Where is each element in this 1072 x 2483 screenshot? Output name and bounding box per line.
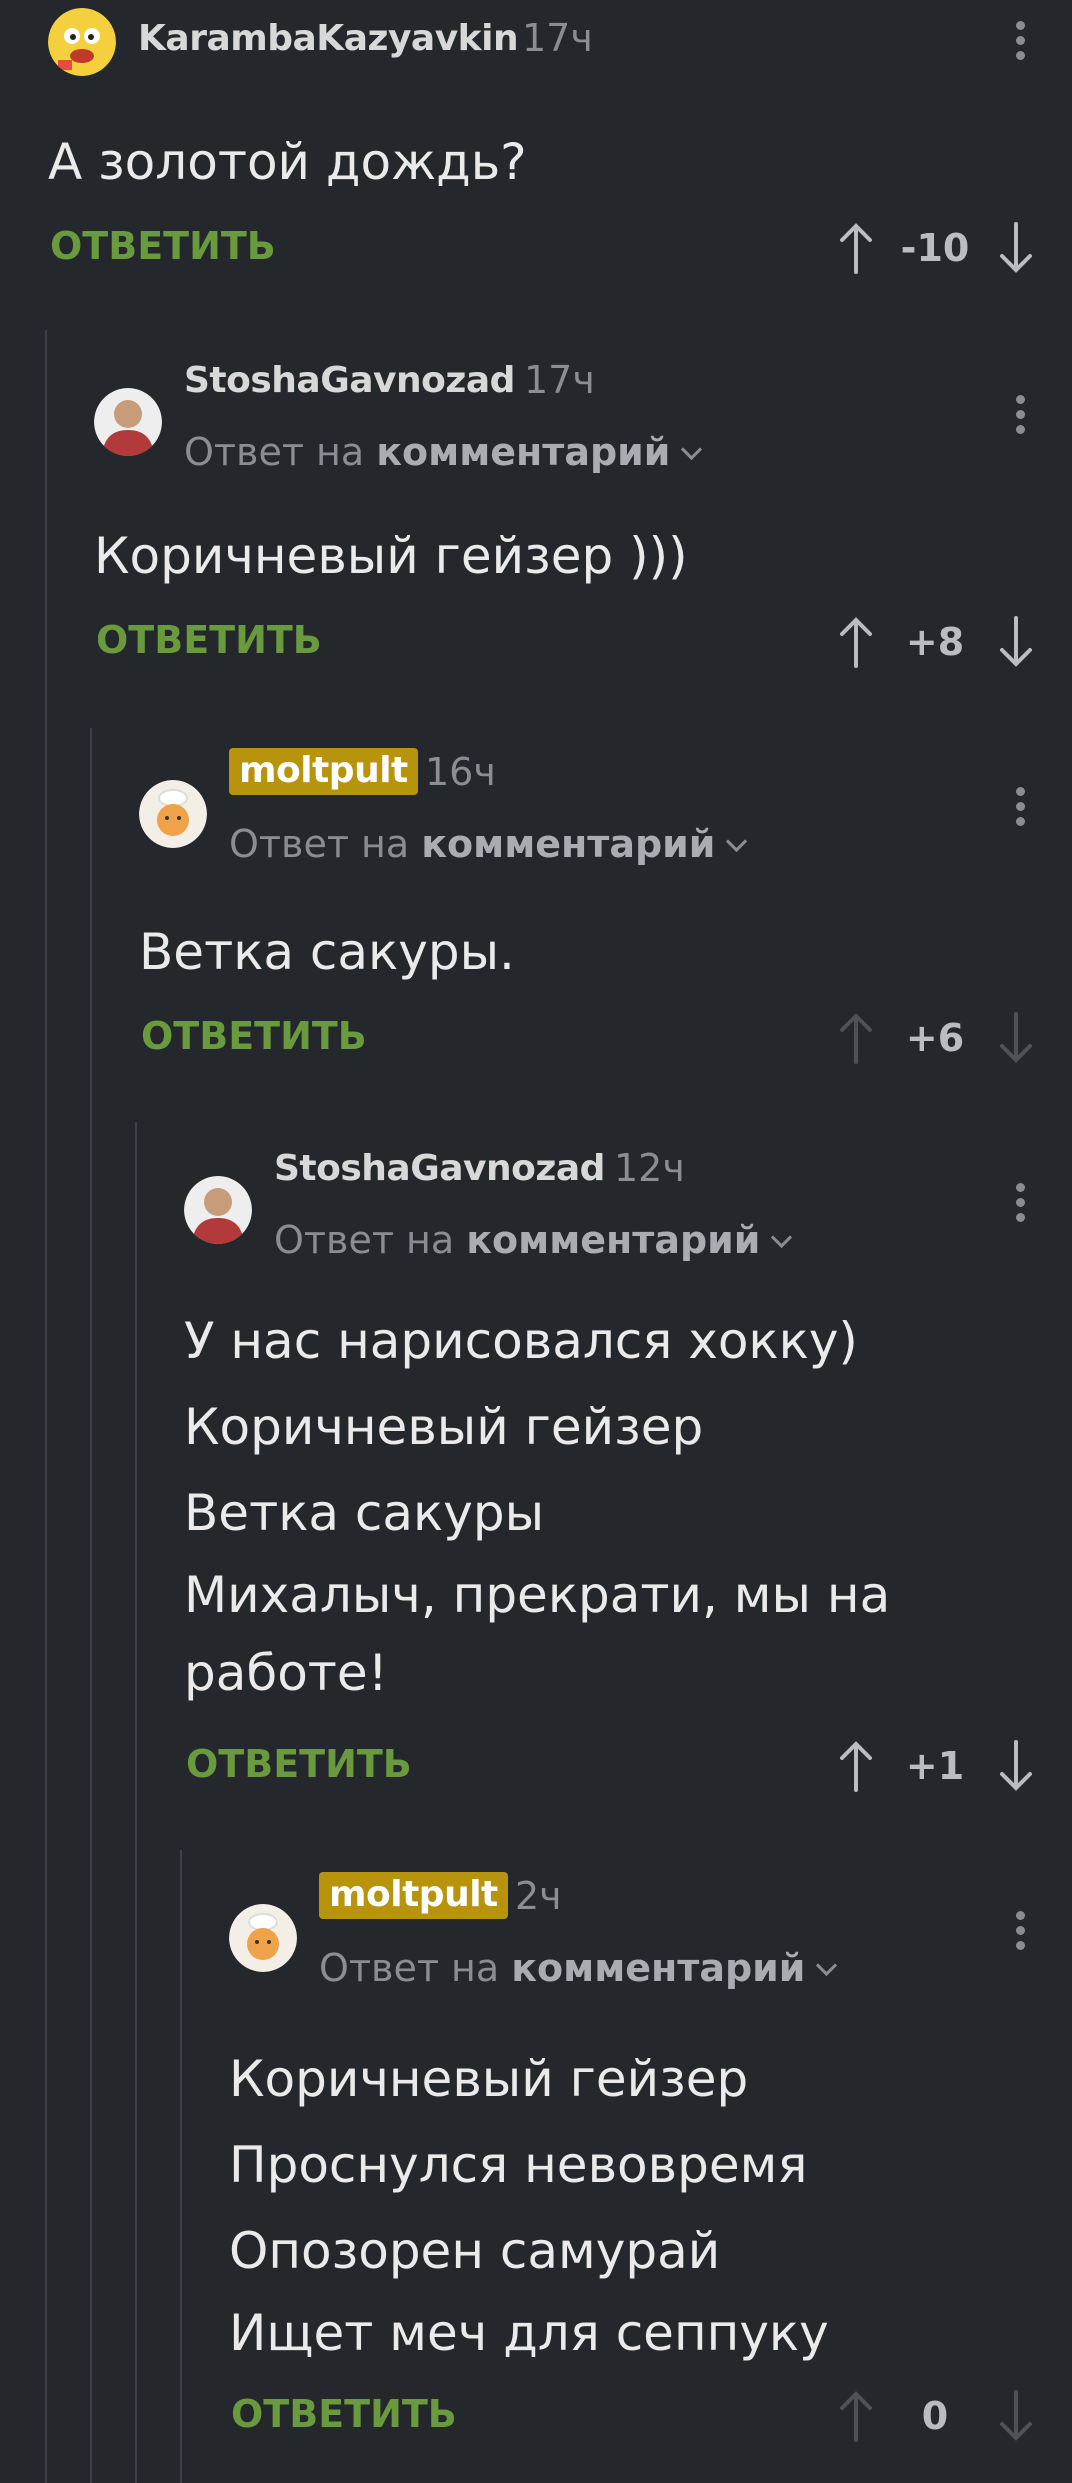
vote-controls: -10 bbox=[826, 218, 1036, 278]
vote-controls: +1 bbox=[826, 1736, 1036, 1796]
reply-to: Ответ на комментарий bbox=[319, 1946, 838, 1990]
arrow-down-icon[interactable] bbox=[996, 612, 1036, 672]
comment: moltpult 2ч Ответ на комментарий Коричне… bbox=[229, 1872, 1072, 2483]
author-name[interactable]: moltpult bbox=[319, 1872, 508, 1919]
comment-line: Ветка сакуры. bbox=[139, 923, 515, 981]
vote-controls: +6 bbox=[826, 1008, 1036, 1068]
comment-line: Коричневый гейзер ))) bbox=[94, 527, 688, 585]
more-vertical-icon[interactable] bbox=[1010, 1908, 1030, 1956]
comment-time: 12ч bbox=[614, 1146, 685, 1190]
reply-to-link[interactable]: комментарий bbox=[421, 822, 715, 866]
vote-controls: +8 bbox=[826, 612, 1036, 672]
comment-line: Опозорен самурай bbox=[229, 2222, 721, 2280]
comment-line: Коричневый гейзер bbox=[229, 2050, 749, 2108]
comment: StoshaGavnozad 12ч Ответ на комментарий … bbox=[184, 1146, 1072, 1828]
more-vertical-icon[interactable] bbox=[1010, 784, 1030, 832]
comment-text: Ветка сакуры. bbox=[139, 910, 515, 994]
reply-to-prefix: Ответ на bbox=[274, 1218, 455, 1262]
reply-to-prefix: Ответ на bbox=[319, 1946, 500, 1990]
comment-line: Проснулся невовремя bbox=[229, 2136, 808, 2194]
comment-time: 16ч bbox=[425, 750, 496, 794]
reply-to: Ответ на комментарий bbox=[274, 1218, 793, 1262]
reply-button[interactable]: ОТВЕТИТЬ bbox=[186, 1742, 412, 1786]
vote-score: +8 bbox=[905, 620, 965, 664]
author-name[interactable]: StoshaGavnozad bbox=[274, 1148, 605, 1189]
vote-score: +1 bbox=[905, 1744, 965, 1788]
comment-line: Коричневый гейзер bbox=[184, 1398, 704, 1456]
comment: StoshaGavnozad 17ч Ответ на комментарий … bbox=[94, 358, 1072, 700]
arrow-down-icon[interactable] bbox=[996, 1008, 1036, 1068]
reply-to-link[interactable]: комментарий bbox=[511, 1946, 805, 1990]
avatar[interactable] bbox=[94, 388, 162, 456]
chevron-down-icon[interactable] bbox=[681, 438, 703, 461]
vote-score: -10 bbox=[900, 226, 970, 270]
comment-text: А золотой дождь? bbox=[48, 120, 527, 204]
reply-button[interactable]: ОТВЕТИТЬ bbox=[141, 1014, 367, 1058]
reply-to: Ответ на комментарий bbox=[229, 822, 748, 866]
avatar[interactable] bbox=[139, 780, 207, 848]
comment-time: 17ч bbox=[524, 358, 595, 402]
avatar[interactable] bbox=[229, 1904, 297, 1972]
arrow-up-icon[interactable] bbox=[836, 1008, 876, 1068]
reply-button[interactable]: ОТВЕТИТЬ bbox=[96, 618, 322, 662]
avatar[interactable] bbox=[184, 1176, 252, 1244]
comment-line: Ищет меч для сеппуку bbox=[229, 2304, 829, 2362]
arrow-down-icon[interactable] bbox=[996, 2386, 1036, 2446]
comment-line: А золотой дождь? bbox=[48, 133, 527, 191]
comment-line: Ветка сакуры bbox=[184, 1484, 545, 1542]
more-vertical-icon[interactable] bbox=[1010, 1180, 1030, 1228]
chevron-down-icon[interactable] bbox=[726, 830, 748, 853]
comment: KarambaKazyavkin 17ч А золотой дождь? ОТ… bbox=[48, 0, 1072, 300]
reply-to-link[interactable]: комментарий bbox=[376, 430, 670, 474]
reply-button[interactable]: ОТВЕТИТЬ bbox=[231, 2392, 457, 2436]
author-name[interactable]: StoshaGavnozad bbox=[184, 360, 515, 401]
reply-to-link[interactable]: комментарий bbox=[466, 1218, 760, 1262]
chevron-down-icon[interactable] bbox=[816, 1954, 838, 1977]
vote-score: 0 bbox=[921, 2394, 949, 2438]
reply-to-prefix: Ответ на bbox=[184, 430, 365, 474]
comment-line: Михалыч, прекрати, мы на bbox=[184, 1566, 891, 1624]
arrow-up-icon[interactable] bbox=[836, 2386, 876, 2446]
thread-line-2 bbox=[90, 728, 92, 2483]
comment-time: 2ч bbox=[515, 1874, 562, 1918]
comment-text: Коричневый гейзер ))) bbox=[94, 514, 688, 598]
arrow-up-icon[interactable] bbox=[836, 612, 876, 672]
author-name[interactable]: KarambaKazyavkin bbox=[138, 18, 519, 59]
comment-text: Коричневый гейзер Проснулся невовремя Оп… bbox=[229, 2036, 829, 2372]
avatar[interactable] bbox=[48, 8, 116, 76]
thread-line-1 bbox=[45, 330, 47, 2483]
thread-line-4 bbox=[180, 1850, 182, 2483]
reply-to: Ответ на комментарий bbox=[184, 430, 703, 474]
chevron-down-icon[interactable] bbox=[771, 1226, 793, 1249]
comment-line: работе! bbox=[184, 1644, 388, 1702]
comment-time: 17ч bbox=[522, 16, 593, 60]
comment-text: У нас нарисовался хокку) Коричневый гейз… bbox=[184, 1298, 890, 1712]
vote-controls: 0 bbox=[826, 2386, 1036, 2446]
more-vertical-icon[interactable] bbox=[1010, 18, 1030, 66]
author-name[interactable]: moltpult bbox=[229, 748, 418, 795]
reply-to-prefix: Ответ на bbox=[229, 822, 410, 866]
arrow-up-icon[interactable] bbox=[836, 1736, 876, 1796]
arrow-down-icon[interactable] bbox=[996, 1736, 1036, 1796]
arrow-down-icon[interactable] bbox=[996, 218, 1036, 278]
comment-line: У нас нарисовался хокку) bbox=[184, 1312, 858, 1370]
vote-score: +6 bbox=[905, 1016, 965, 1060]
reply-button[interactable]: ОТВЕТИТЬ bbox=[50, 224, 276, 268]
comment: moltpult 16ч Ответ на комментарий Ветка … bbox=[139, 748, 1072, 1092]
arrow-up-icon[interactable] bbox=[836, 218, 876, 278]
thread-line-3 bbox=[135, 1122, 137, 2483]
more-vertical-icon[interactable] bbox=[1010, 392, 1030, 440]
